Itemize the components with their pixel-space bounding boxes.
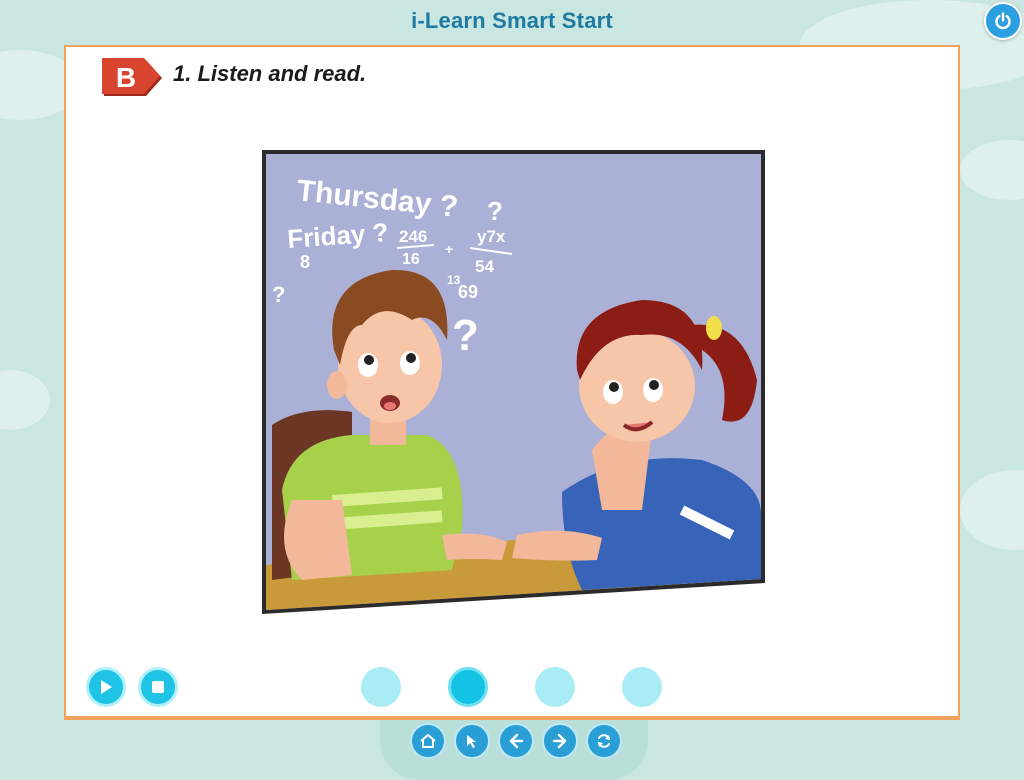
background-cloud xyxy=(0,370,50,430)
pointer-icon xyxy=(467,735,476,748)
refresh-icon xyxy=(598,734,610,748)
home-icon xyxy=(420,734,436,748)
pointer-button[interactable] xyxy=(454,723,490,759)
power-icon xyxy=(995,12,1011,30)
page-dot-3[interactable] xyxy=(535,667,575,707)
play-icon xyxy=(101,680,112,694)
math-246: 246 xyxy=(399,227,427,246)
question-mark-big: ? xyxy=(452,311,479,360)
math-69: 69 xyxy=(458,282,478,302)
back-button[interactable] xyxy=(498,723,534,759)
question-mark: ? xyxy=(487,196,503,226)
page-dot-2[interactable] xyxy=(448,667,488,707)
section-badge: B xyxy=(102,58,162,96)
page-dot-4[interactable] xyxy=(622,667,662,707)
forward-arrow-icon xyxy=(552,733,567,749)
back-arrow-icon xyxy=(509,733,524,749)
power-button[interactable] xyxy=(984,2,1022,40)
forward-button[interactable] xyxy=(542,723,578,759)
math-plus: + xyxy=(445,241,453,257)
home-button[interactable] xyxy=(410,723,446,759)
page-dot-1[interactable] xyxy=(361,667,401,707)
refresh-button[interactable] xyxy=(586,723,622,759)
stop-icon xyxy=(152,681,164,693)
story-illustration: Thursday ? ? Friday ? 246 16 8 + y7x 54 … xyxy=(262,150,765,614)
background-cloud xyxy=(960,140,1024,200)
app-title: i-Learn Smart Start xyxy=(411,8,613,33)
math-y7x: y7x xyxy=(477,227,506,246)
math-8: 8 xyxy=(300,252,310,272)
play-button[interactable] xyxy=(86,667,126,707)
exercise-panel: B 1. Listen and read. Thursday ? ? Frida… xyxy=(64,45,960,720)
question-mark-left: ? xyxy=(272,282,285,307)
section-letter: B xyxy=(116,62,136,93)
math-16: 16 xyxy=(402,251,420,268)
instruction-text: 1. Listen and read. xyxy=(173,61,367,86)
math-54: 54 xyxy=(475,257,494,276)
stop-button[interactable] xyxy=(138,667,178,707)
background-cloud xyxy=(960,470,1024,550)
